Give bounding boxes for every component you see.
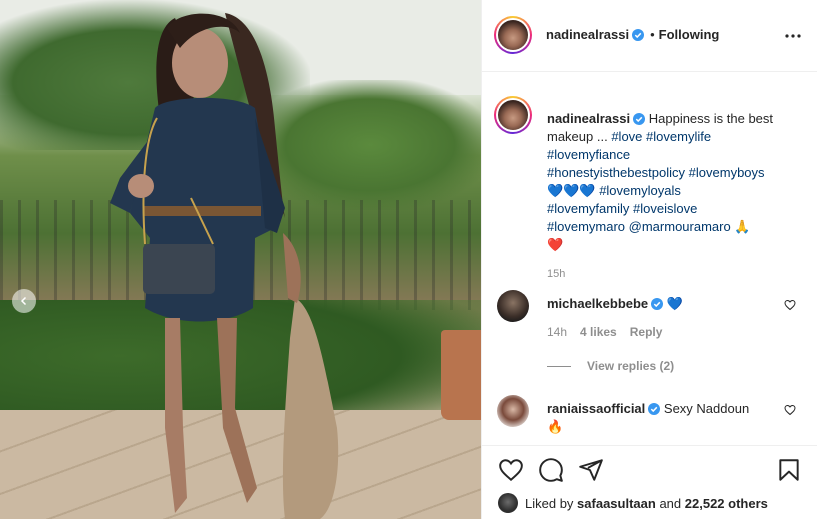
author-name-row: nadinealrassi • Following — [546, 27, 719, 42]
instagram-post: nadinealrassi • Following nadinealrassi … — [0, 0, 817, 519]
liker-username[interactable]: safaasultaan — [577, 496, 656, 511]
comment-text: Sexy Naddoun — [663, 401, 750, 416]
photo-woman-figure — [110, 13, 339, 519]
verified-badge-icon — [651, 298, 664, 310]
reply-button[interactable]: Reply — [630, 325, 663, 339]
mention-link[interactable]: @marmouramaro — [629, 219, 731, 234]
comment-meta: 14h 4 likes Reply — [547, 325, 662, 339]
author-avatar[interactable] — [494, 16, 532, 54]
red-heart-emoji: ❤️ — [547, 237, 564, 252]
verified-badge-icon — [648, 403, 661, 415]
post-header: nadinealrassi • Following — [482, 0, 817, 72]
hashtag-link[interactable]: #love — [611, 129, 642, 144]
commenter-username[interactable]: raniaissaofficial — [547, 401, 645, 416]
separator-dot: • — [650, 27, 655, 42]
likes-summary: Liked by safaasultaan and 22,522 others — [498, 493, 768, 513]
more-options-icon[interactable] — [784, 27, 802, 45]
hashtag-link[interactable]: #lovemyfiance — [547, 147, 630, 162]
blue-hearts-emoji: 💙💙💙 — [547, 183, 596, 198]
likes-conjunction: and — [659, 495, 682, 511]
post-side-panel: nadinealrassi • Following nadinealrassi … — [481, 0, 817, 519]
hashtag-link[interactable]: #lovemylife — [646, 129, 711, 144]
comment-icon[interactable] — [538, 457, 564, 483]
hashtag-link[interactable]: #lovemyfamily — [547, 201, 629, 216]
view-replies-label: View replies (2) — [587, 359, 675, 373]
comment-time[interactable]: 14h — [547, 325, 567, 339]
comment-text: 💙 — [666, 296, 683, 311]
caption-text: nadinealrassi Happiness is the best make… — [547, 110, 802, 254]
view-replies-button[interactable]: View replies (2) — [547, 359, 674, 373]
verified-badge-icon — [633, 113, 646, 125]
post-photo[interactable] — [0, 0, 481, 519]
hashtag-link[interactable]: #lovemyloyals — [599, 183, 681, 198]
hashtag-link[interactable]: #lovemymaro — [547, 219, 625, 234]
hashtag-link[interactable]: #lovemyboys — [689, 165, 765, 180]
chevron-left-icon — [20, 296, 27, 306]
caption-avatar[interactable] — [494, 96, 532, 134]
bookmark-icon[interactable] — [776, 457, 802, 483]
replies-divider-line — [547, 365, 571, 367]
caption-username[interactable]: nadinealrassi — [547, 111, 630, 126]
heart-icon[interactable] — [498, 457, 524, 483]
commenter-username[interactable]: michaelkebbebe — [547, 296, 648, 311]
comment-body: michaelkebbebe 💙 — [547, 295, 777, 313]
previous-photo-button[interactable] — [12, 289, 36, 313]
comment-like-heart-icon[interactable] — [784, 404, 796, 416]
comments-section: nadinealrassi Happiness is the best make… — [482, 72, 817, 445]
comment-like-heart-icon[interactable] — [784, 299, 796, 311]
fire-emoji: 🔥 — [547, 419, 564, 434]
likes-others-count[interactable]: 22,522 others — [685, 496, 768, 511]
pray-emoji: 🙏 — [734, 219, 751, 234]
author-username[interactable]: nadinealrassi — [546, 27, 629, 42]
hashtag-link[interactable]: #honestyisthebestpolicy — [547, 165, 685, 180]
paper-plane-icon[interactable] — [578, 457, 604, 483]
caption-timestamp[interactable]: 15h — [547, 268, 565, 280]
likes-prefix: Liked by — [525, 495, 574, 511]
comment-likes[interactable]: 4 likes — [580, 325, 617, 339]
hashtag-link[interactable]: #loveislove — [633, 201, 697, 216]
photo-flower-pot — [441, 330, 481, 420]
post-actions-bar — [482, 445, 817, 493]
commenter-avatar[interactable] — [497, 290, 529, 322]
commenter-avatar[interactable] — [497, 395, 529, 427]
following-button[interactable]: Following — [659, 27, 720, 42]
liker-avatar[interactable] — [498, 493, 518, 513]
verified-badge-icon — [632, 28, 645, 41]
comment-body: raniaissaofficial Sexy Naddoun 🔥 — [547, 400, 777, 436]
